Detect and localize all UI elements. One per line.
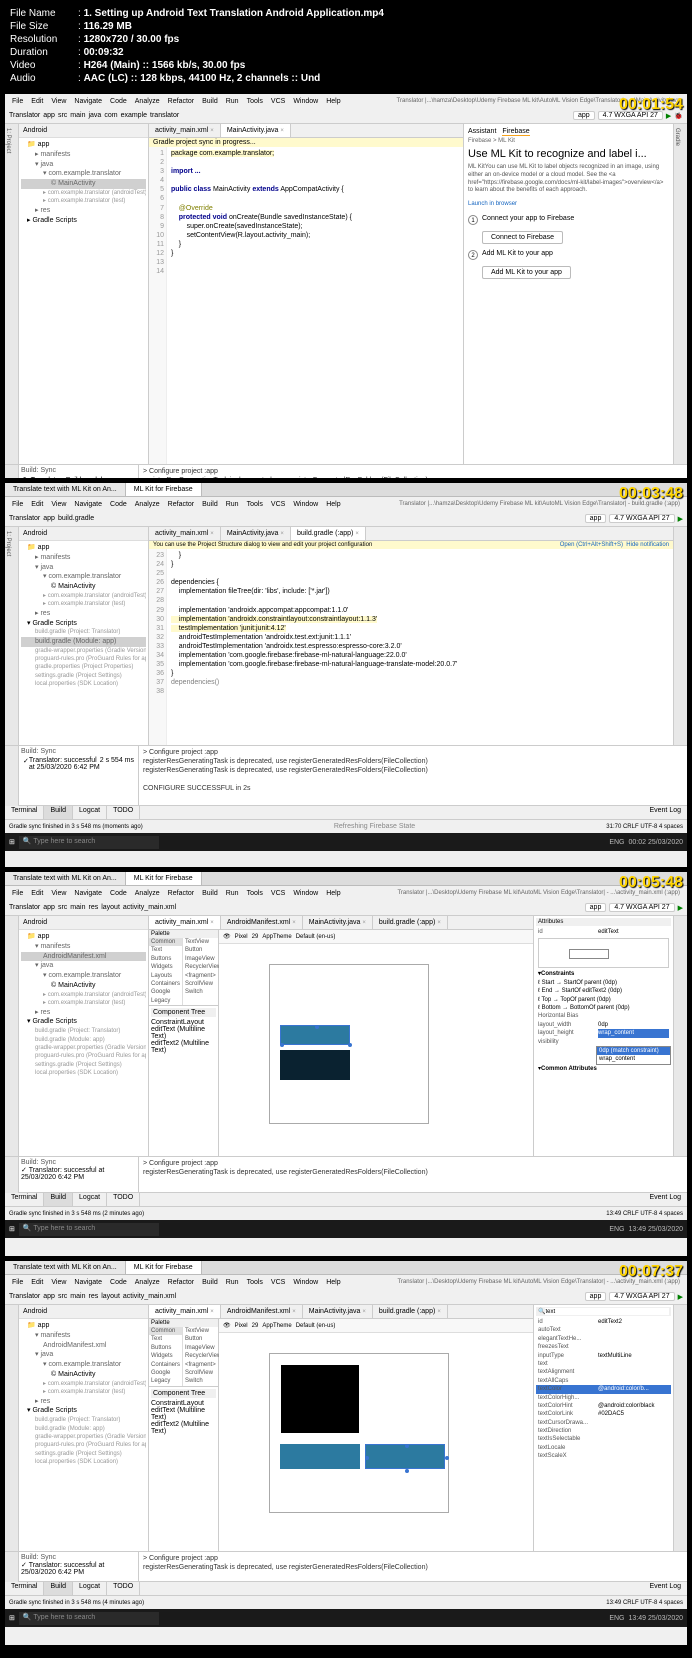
menu-analyze[interactable]: Analyze [132,98,163,105]
menu-vcs[interactable]: VCS [268,98,288,105]
tab-assistant[interactable]: Assistant [468,128,496,136]
step2-label: Add ML Kit to your app [482,250,553,260]
build-task[interactable]: ↻ Translator: Build model... [21,474,136,478]
menu-tools[interactable]: Tools [244,98,266,105]
attr-search[interactable] [545,1308,669,1315]
project-panel[interactable]: Android 📁 app ▸ manifests ▾ java ▾ com.e… [19,124,149,464]
sync-banner: Gradle project sync in progress... [149,138,463,147]
menu-view[interactable]: View [48,98,69,105]
breadcrumb-java[interactable]: java [88,112,101,119]
attributes-panel: Attributes ideditText ▾ Constraints ℓ St… [533,916,673,1156]
assistant-panel: Assistant Firebase Firebase > ML Kit Use… [463,124,673,464]
layout-canvas[interactable] [219,944,533,1156]
opt-wrap-content[interactable]: wrap_content [597,1055,670,1063]
timestamp: 00:03:48 [619,485,683,503]
tree-manifest[interactable]: AndroidManifest.xml [21,952,146,962]
file-metadata: File Name: 1. Setting up Android Text Tr… [0,0,692,94]
assist-desc: ML KitYou can use ML Kit to label object… [468,164,669,195]
tree-manifests[interactable]: ▸ manifests [21,150,146,160]
line-gutter: 1234567891011121314 [149,147,167,464]
menu-navigate[interactable]: Navigate [71,98,105,105]
breadcrumb-ex[interactable]: example [121,112,147,119]
hide-notif-link[interactable]: Hide notification [626,542,669,548]
menu-refactor[interactable]: Refactor [165,98,197,105]
menu-code[interactable]: Code [107,98,130,105]
tree-res[interactable]: ▸ res [21,206,146,216]
gradle-tool[interactable]: Gradle [674,128,680,146]
attr-textColor[interactable]: textColor@android:color/b... [536,1385,671,1393]
tree-gradle[interactable]: ▸ Gradle Scripts [21,216,146,226]
launch-browser-link[interactable]: Launch in browser [468,201,669,207]
connect-firebase-button[interactable]: Connect to Firebase [482,231,563,244]
tree-java[interactable]: ▾ java [21,160,146,170]
browser-tab-1[interactable]: Translate text with ML Kit on An... [5,483,126,496]
browser-tab-2[interactable]: ML Kit for Firebase [126,483,202,496]
gradle-editor[interactable]: } } dependencies { implementation fileTr… [167,549,673,745]
lt-eye[interactable]: 👁 [223,933,231,940]
screenshot-2: 00:03:48 Translate text with ML Kit on A… [5,483,687,867]
ct-editText[interactable]: editText (Multiline Text) [151,1026,216,1040]
lt-device[interactable]: Pixel [235,934,248,940]
dropdown-open: 0dp (match constraint) wrap_content [596,1046,671,1065]
menu-run[interactable]: Run [223,98,242,105]
breadcrumb-main[interactable]: main [70,112,85,119]
screenshot-4: 00:07:37 Translate text with ML Kit on A… [5,1261,687,1645]
tree-build-gradle-app[interactable]: build.gradle (Module: app) [21,637,146,647]
tab-mainactivity-java[interactable]: MainActivity.java× [221,124,291,137]
build-header: Build: Sync [21,467,136,474]
tree-pkg-at[interactable]: ▸ com.example.translator (androidTest) [21,189,146,197]
menu-build[interactable]: Build [199,98,221,105]
menu-file[interactable]: File [9,98,26,105]
build-output[interactable]: > Configure project :app registerResGene… [139,465,687,478]
run-config[interactable]: app [573,111,595,120]
breadcrumb-root[interactable]: Translator [9,112,40,119]
project-tool[interactable]: 1: Project [5,128,11,464]
assist-breadcrumb[interactable]: Firebase > ML Kit [468,138,669,144]
tree-mainactivity[interactable]: © MainActivity [21,179,146,189]
menu-help[interactable]: Help [323,98,343,105]
breadcrumb-com[interactable]: com [104,112,117,119]
fb-refresh: Refreshing Firebase State [143,822,607,831]
opt-match-constraint[interactable]: 0dp (match constraint) [597,1047,670,1055]
layout-toolbar: 👁 Pixel 29 AppTheme Default (en-us) [219,930,533,944]
tree-pkg[interactable]: ▾ com.example.translator [21,169,146,179]
assist-title: Use ML Kit to recognize and label i... [468,148,669,160]
code-editor[interactable]: package com.example.translator; import .… [167,147,463,464]
tab-activity-xml[interactable]: activity_main.xml× [149,124,221,137]
menu-bar[interactable]: File Edit View Navigate Code Analyze Ref… [5,94,687,108]
add-mlkit-button[interactable]: Add ML Kit to your app [482,266,571,279]
toolbar: Translator app src main java com example… [5,108,687,124]
ct-root[interactable]: ConstraintLayout [151,1019,216,1026]
screenshot-3: 00:05:48 Translate text with ML Kit on A… [5,872,687,1256]
breadcrumb-src[interactable]: src [58,112,67,119]
tree-app[interactable]: 📁 app [21,140,146,150]
palette-panel[interactable]: Palette Common Text Buttons Widgets Layo… [149,930,219,1156]
layout-height-dropdown[interactable]: wrap_content [598,1029,669,1037]
breadcrumb-tr[interactable]: translator [150,112,179,119]
tree-pkg-t[interactable]: ▸ com.example.translator (test) [21,197,146,205]
tab-firebase[interactable]: Firebase [502,128,529,136]
menu-edit[interactable]: Edit [28,98,46,105]
tab-build-gradle[interactable]: build.gradle (:app)× [291,527,366,540]
step1-label: Connect your app to Firebase [482,215,574,225]
screenshot-1: 00:01:54 File Edit View Navigate Code An… [5,94,687,478]
timestamp: 00:01:54 [619,96,683,114]
project-view-selector[interactable]: Android [19,124,148,138]
ct-editText2[interactable]: editText2 (Multiline Text) [151,1040,216,1054]
ct-editText2-sel[interactable]: editText2 (Multiline Text) [151,1421,216,1435]
open-ps-link[interactable]: Open (Ctrl+Alt+Shift+S) [560,542,623,548]
menu-window[interactable]: Window [290,98,321,105]
breadcrumb-app[interactable]: app [43,112,55,119]
